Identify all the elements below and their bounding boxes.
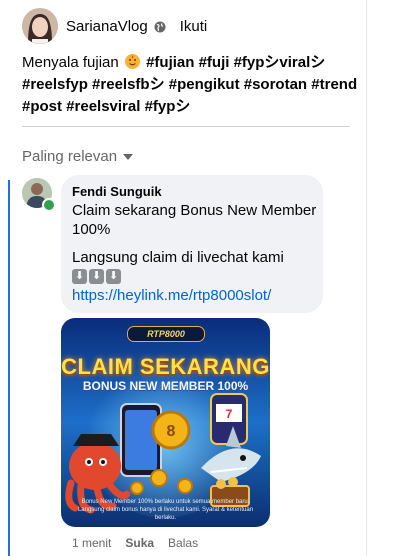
arrow-emojis: ⬇ ⬇ ⬇ [72, 269, 121, 284]
panel-divider [366, 0, 367, 556]
like-button[interactable]: Suka [125, 536, 154, 550]
down-arrow-icon: ⬇ [89, 269, 104, 284]
comment-line-3: Langsung claim di livechat kami [72, 249, 284, 266]
post-text-start: Menyala fujian [22, 54, 119, 71]
post-header: SarianaVlog Ikuti [22, 8, 207, 44]
follow-button[interactable]: Ikuti [180, 18, 208, 35]
reply-button[interactable]: Balas [168, 536, 198, 550]
svg-text:8: 8 [167, 423, 176, 440]
author-avatar[interactable] [22, 8, 58, 44]
comment-thread-accent [8, 180, 10, 556]
comment-sort-dropdown[interactable]: Paling relevan [22, 148, 134, 165]
comment-line-2: 100% [72, 221, 111, 238]
sort-label: Paling relevan [22, 148, 118, 165]
promo-subtitle: BONUS NEW MEMBER 100% [82, 379, 249, 393]
post-divider [22, 126, 350, 127]
chevron-down-icon [123, 153, 134, 160]
globe-icon [154, 20, 166, 33]
comment-actions: 1 menit Suka Balas [72, 536, 198, 550]
post-author-name[interactable]: SarianaVlog [66, 18, 148, 35]
down-arrow-icon: ⬇ [106, 269, 121, 284]
comment-timestamp[interactable]: 1 menit [72, 536, 111, 550]
svg-text:7: 7 [226, 407, 233, 421]
comment-link[interactable]: https://heylink.me/rtp8000slot/ [72, 287, 271, 304]
online-status-indicator [42, 198, 56, 212]
down-arrow-icon: ⬇ [72, 269, 87, 284]
promo-fine-print: Bonus New Member 100% berlaku untuk semu… [77, 499, 254, 521]
promo-title: CLAIM SEKARANG [61, 354, 270, 379]
comment-line-1: Claim sekarang Bonus New Member [72, 202, 317, 219]
promo-illustration: 8 7 [61, 318, 270, 527]
post-text: Menyala fujian #fujian #fuji #fypシviralシ… [22, 52, 358, 118]
promo-logo: RTP8000 [127, 326, 205, 342]
fire-face-emoji-icon [124, 54, 140, 69]
commenter-name[interactable]: Fendi Sunguik [72, 184, 162, 199]
comment-image[interactable]: 8 7 RTP8000 CLAIM SEKARANG BONUS NEW MEM… [61, 318, 270, 527]
